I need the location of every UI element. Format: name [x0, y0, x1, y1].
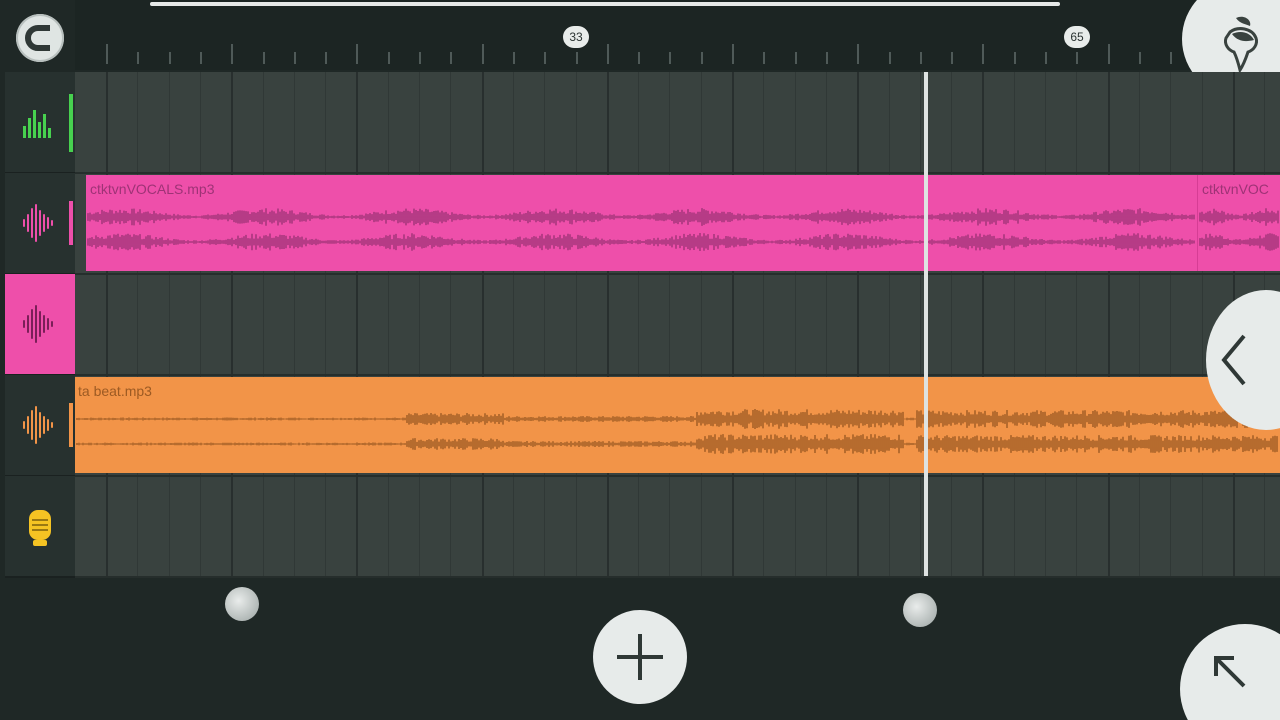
audio-clip-vocals[interactable]: ctktvnVOCALS.mp3	[86, 175, 1197, 271]
ruler-tick	[888, 52, 891, 64]
ruler-tick	[1138, 52, 1141, 64]
ruler-tick	[951, 52, 954, 64]
waveform-channel	[87, 208, 1195, 226]
chevron-left-icon	[1221, 334, 1246, 386]
ruler-tick	[231, 44, 234, 64]
ruler-tick	[732, 44, 734, 64]
lane-3[interactable]	[75, 274, 1280, 376]
ruler-tick	[481, 44, 484, 64]
snap-magnet-button[interactable]	[16, 14, 64, 62]
ruler-tick	[794, 52, 797, 64]
playhead-marker[interactable]	[924, 72, 928, 576]
ruler-tick	[544, 52, 547, 64]
expand-view-button[interactable]	[1180, 624, 1280, 720]
waveform-channel	[76, 409, 1278, 429]
ruler-tick	[450, 52, 453, 64]
ruler-tick	[669, 52, 672, 64]
ruler-tick	[982, 44, 985, 64]
playlist-grid[interactable]: ctktvnVOCALS.mp3 ctktvnVOC ta beat.mp3	[75, 72, 1280, 578]
clip-waveform	[87, 208, 1195, 251]
add-button[interactable]	[593, 610, 687, 704]
mixer-levels-icon	[23, 110, 51, 138]
track-color-bar	[69, 201, 73, 245]
ruler-tick	[262, 52, 265, 64]
track-header-2[interactable]	[5, 173, 75, 275]
loop-end-handle[interactable]	[903, 593, 937, 627]
ruler-tick	[387, 52, 390, 64]
ruler-tick	[325, 52, 328, 64]
timeline-ruler[interactable]: 33 65	[75, 0, 1280, 70]
ruler-tick	[919, 52, 922, 64]
ruler-tick	[1045, 52, 1047, 64]
track-color-bar	[69, 94, 73, 152]
clip-waveform	[1199, 208, 1279, 251]
audio-clip-beat[interactable]: ta beat.mp3	[75, 377, 1280, 473]
ruler-tick	[293, 52, 296, 64]
waveform-channel	[1199, 233, 1279, 251]
waveform-channel	[76, 434, 1278, 454]
ruler-tick	[763, 52, 766, 64]
ruler-tick	[700, 52, 703, 64]
magnet-snap-icon	[25, 25, 50, 51]
ruler-tick	[825, 52, 828, 64]
ruler-tick	[575, 52, 578, 64]
ruler-tick	[512, 52, 515, 64]
track-header-4[interactable]	[5, 375, 75, 477]
fl-fruit-logo-icon	[1224, 16, 1258, 74]
ruler-tick	[168, 52, 171, 64]
clip-waveform	[76, 409, 1278, 454]
microphone-icon	[29, 510, 51, 546]
ruler-tick	[606, 44, 609, 64]
ruler-tick	[638, 52, 641, 64]
track-header-1[interactable]	[5, 72, 75, 174]
bar-marker-33: 33	[563, 26, 589, 48]
waveform-channel	[87, 233, 1195, 251]
loop-start-handle[interactable]	[225, 587, 259, 621]
ruler-tick	[857, 44, 860, 64]
waveform-icon	[23, 406, 53, 444]
fl-studio-mobile-playlist: 33 65 ctktvnVOCALS.mp3 ctktvnVOC ta beat…	[0, 0, 1280, 720]
waveform-channel	[1199, 208, 1279, 226]
ruler-tick	[106, 44, 108, 64]
lane-5[interactable]	[75, 476, 1280, 578]
ruler-tick	[1170, 52, 1173, 64]
plus-icon	[617, 634, 663, 680]
lane-1[interactable]	[75, 72, 1280, 174]
track-headers	[5, 72, 75, 578]
track-header-3-selected[interactable]	[5, 274, 75, 376]
ruler-tick	[356, 44, 359, 64]
track-header-5-record[interactable]	[5, 476, 75, 578]
ruler-tick	[137, 52, 140, 64]
waveform-icon	[23, 204, 53, 242]
audio-clip-vocals-repeat[interactable]: ctktvnVOC	[1197, 175, 1280, 271]
ruler-tick	[419, 52, 421, 64]
bar-marker-65: 65	[1064, 26, 1090, 48]
waveform-icon	[23, 305, 53, 343]
arrow-up-left-icon	[1214, 656, 1246, 688]
ruler-tick	[1076, 52, 1079, 64]
track-color-bar	[69, 403, 73, 447]
ruler-tick	[199, 52, 202, 64]
ruler-tick	[1107, 44, 1110, 64]
ruler-tick	[1013, 52, 1016, 64]
horizontal-scroll-indicator[interactable]	[150, 2, 1060, 6]
